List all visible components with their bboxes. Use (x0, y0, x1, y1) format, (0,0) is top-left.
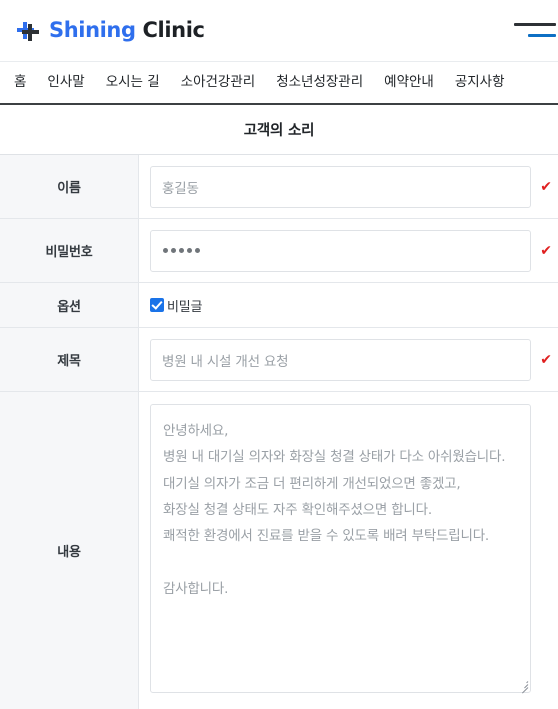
subject-input-wrap: 병원 내 시설 개선 요청 ✔ (150, 338, 552, 381)
password-input-wrap: ✔ (150, 229, 552, 272)
form-row-password: 비밀번호 ✔ (0, 219, 558, 283)
form-row-option: 옵션 비밀글 (0, 283, 558, 328)
label-option: 옵션 (0, 283, 139, 327)
field-option: 비밀글 (139, 283, 558, 327)
form-row-name: 이름 홍길동 ✔ (0, 155, 558, 219)
label-name: 이름 (0, 155, 139, 218)
board-title-bar: 고객의 소리 (0, 105, 558, 155)
nav-item-home[interactable]: 홈 (14, 75, 26, 90)
page-root: Shining Clinic 홈 인사말 오시는 길 소아건강관리 청소년성장관… (0, 0, 558, 709)
main-nav: 홈 인사말 오시는 길 소아건강관리 청소년성장관리 예약안내 공지사항 (0, 62, 558, 105)
brand-logo[interactable]: Shining Clinic (16, 19, 205, 43)
secret-post-label[interactable]: 비밀글 (167, 296, 202, 315)
brand-name-secondary: Clinic (142, 18, 205, 42)
hamburger-menu-icon[interactable] (514, 18, 556, 44)
brand-name: Shining Clinic (49, 20, 205, 41)
red-check-icon-name: ✔ (540, 178, 552, 195)
field-password: ✔ (139, 219, 558, 282)
content-textarea-wrap: 안녕하세요, 병원 내 대기실 의자와 화장실 청결 상태가 다소 아쉬웠습니다… (150, 404, 531, 694)
nav-item-directions[interactable]: 오시는 길 (106, 75, 160, 90)
nav-item-greeting[interactable]: 인사말 (47, 75, 84, 90)
nav-item-child-health[interactable]: 소아건강관리 (181, 75, 256, 90)
nav-item-reservation[interactable]: 예약안내 (384, 75, 434, 90)
secret-post-checkbox-group[interactable]: 비밀글 (150, 296, 202, 315)
label-content: 내용 (0, 392, 139, 709)
brand-name-primary: Shining (49, 18, 136, 42)
content-textarea[interactable]: 안녕하세요, 병원 내 대기실 의자와 화장실 청결 상태가 다소 아쉬웠습니다… (150, 404, 531, 693)
password-input[interactable] (150, 229, 531, 272)
red-check-icon-password: ✔ (540, 242, 552, 259)
inquiry-form: 이름 홍길동 ✔ 비밀번호 ✔ 옵션 비밀글 제목 병원 내 시설 개선 요청 … (0, 155, 558, 709)
name-input[interactable]: 홍길동 (150, 165, 531, 208)
name-input-wrap: 홍길동 ✔ (150, 165, 552, 208)
subject-input[interactable]: 병원 내 시설 개선 요청 (150, 338, 531, 381)
page-title: 고객의 소리 (243, 123, 315, 139)
plus-cross-logo-icon (16, 19, 40, 43)
field-name: 홍길동 ✔ (139, 155, 558, 218)
label-subject: 제목 (0, 328, 139, 391)
secret-post-checkbox[interactable] (150, 298, 164, 312)
field-content: 안녕하세요, 병원 내 대기실 의자와 화장실 청결 상태가 다소 아쉬웠습니다… (139, 392, 558, 709)
form-row-content: 내용 안녕하세요, 병원 내 대기실 의자와 화장실 청결 상태가 다소 아쉬웠… (0, 392, 558, 709)
site-header: Shining Clinic (0, 0, 558, 62)
label-password: 비밀번호 (0, 219, 139, 282)
password-masked-value (162, 248, 200, 253)
field-subject: 병원 내 시설 개선 요청 ✔ (139, 328, 558, 391)
nav-item-youth-growth[interactable]: 청소년성장관리 (276, 75, 363, 90)
red-check-icon-subject: ✔ (540, 351, 552, 368)
form-row-subject: 제목 병원 내 시설 개선 요청 ✔ (0, 328, 558, 392)
nav-item-notice[interactable]: 공지사항 (455, 75, 505, 90)
